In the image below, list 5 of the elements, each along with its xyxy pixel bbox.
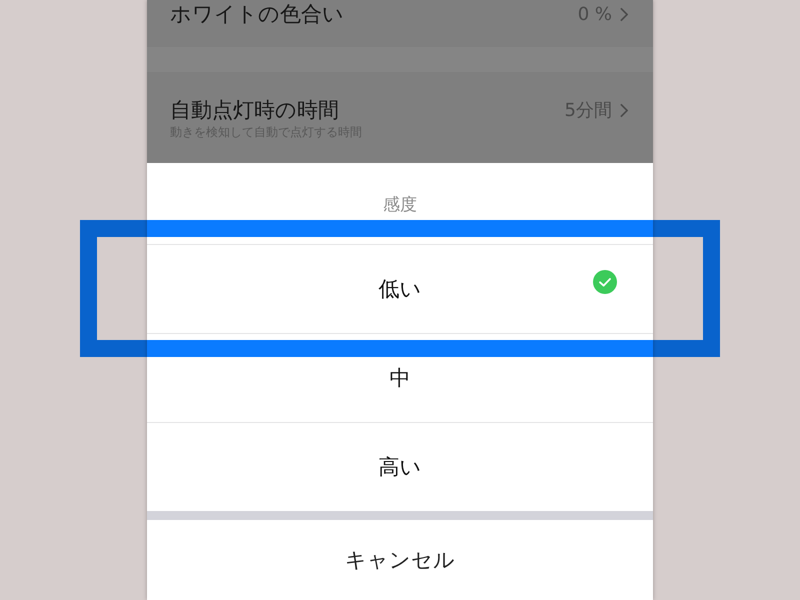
setting-title: ホワイトの色合い: [170, 1, 344, 28]
chevron-icon: [620, 6, 628, 22]
sheet-title: 感度: [383, 194, 417, 216]
chevron-icon: [620, 102, 628, 118]
setting-title: 自動点灯時の時間: [170, 97, 340, 124]
